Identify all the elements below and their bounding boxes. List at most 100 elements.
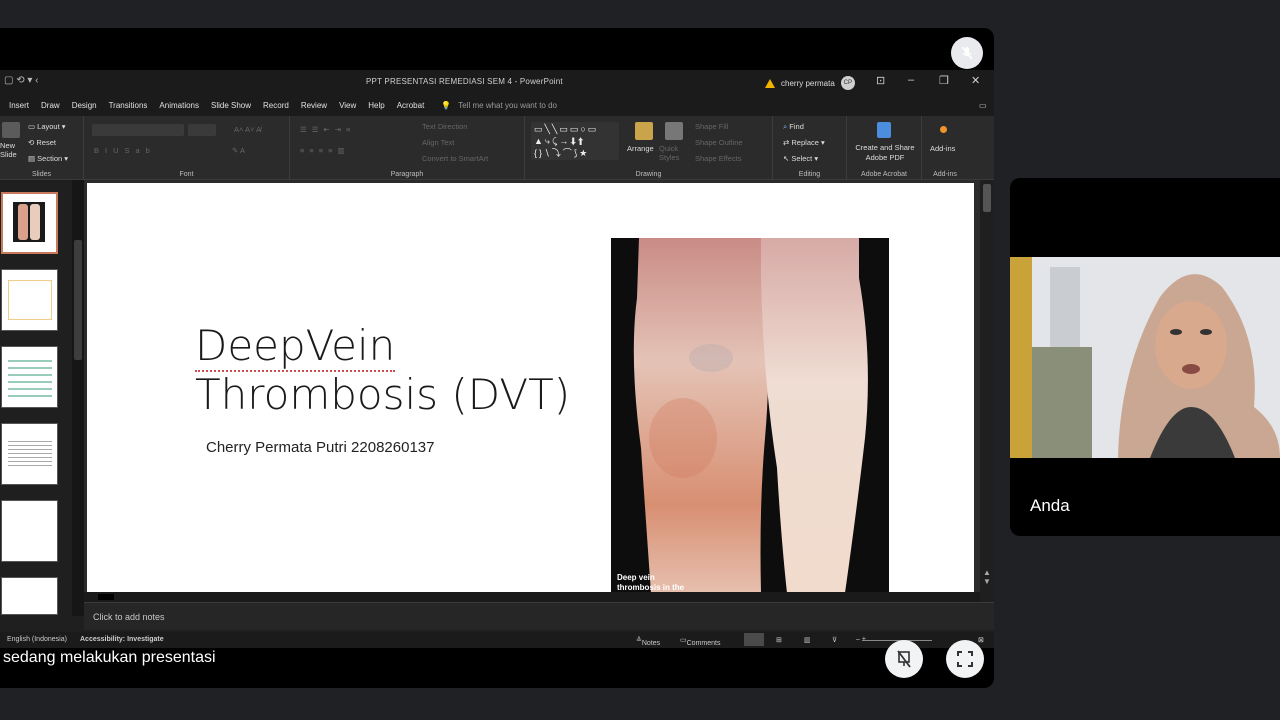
notes-toggle[interactable]: ≙ Notes [636,636,660,647]
font-name-box[interactable] [92,124,184,136]
layout-label: Layout [37,122,60,131]
select-button[interactable]: ↖ Select ▾ [783,154,818,163]
tab-help[interactable]: Help [368,101,384,110]
present-stop-icon[interactable] [885,640,923,678]
fit-slide-icon[interactable]: ⊠ [978,636,984,644]
shape-outline-button[interactable]: Shape Outline [695,138,743,147]
tab-slide-show[interactable]: Slide Show [211,101,251,110]
list-buttons[interactable]: ☰☰⇤⇥≡ [300,125,355,134]
drawing-group: ▭╲╲▭▭○▭ ▲⤷⤹→⬇⬆ {}∖⤵⌒⟆★ Arrange Quick Style… [525,116,773,180]
slide-thumbnail-2[interactable] [1,269,58,331]
quick-styles-button[interactable]: Quick Styles [659,144,691,162]
slideshow-view-icon[interactable]: ⊽ [832,636,837,644]
replace-button[interactable]: ⇄ Replace ▾ [783,138,825,147]
ribbon: New Slide ▭ Layout ▾ ⟲ Reset ▤ Section ▾… [0,116,994,180]
window-title: PPT PRESENTASI REMEDIASI SEM 4 - PowerPo… [366,77,563,86]
tab-review[interactable]: Review [301,101,327,110]
account-area[interactable]: cherry permata CP [765,76,855,90]
tab-animations[interactable]: Animations [159,101,199,110]
title-bar: ▢ ⟲ ▾ ‹ PPT PRESENTASI REMEDIASI SEM 4 -… [0,70,994,94]
normal-view-icon[interactable] [744,633,764,646]
accessibility-indicator[interactable]: Accessibility: Investigate [80,636,164,643]
dvt-leg-photo[interactable]: Deep vein thrombosis in the [611,238,889,593]
zoom-slider[interactable]: – + [856,636,932,643]
acrobat-group-label: Adobe Acrobat [861,171,907,178]
comments-toggle-label: Comments [686,640,721,647]
quick-styles-icon [665,122,683,140]
reset-button[interactable]: ⟲ Reset [28,138,56,147]
font-size-buttons[interactable]: A˄ A˅ A̸ [234,125,261,134]
new-slide-button[interactable]: New Slide [0,141,22,159]
ribbon-tabs: Insert Draw Design Transitions Animation… [0,94,994,116]
notes-pane[interactable]: Click to add notes [84,602,994,630]
create-share-pdf-button[interactable]: Create and Share Adobe PDF [850,143,920,163]
text-direction-button[interactable]: Text Direction [422,122,467,131]
acrobat-group: Create and Share Adobe PDF Adobe Acrobat [847,116,922,180]
layout-button[interactable]: ▭ Layout ▾ [28,122,66,131]
scroll-arrows[interactable]: ▲ ▼ [983,568,991,586]
slide-thumbnails [0,180,72,616]
language-indicator[interactable]: English (Indonesia) [7,636,67,643]
slide-thumbnail-6[interactable] [1,577,58,615]
addins-group: Add-ins Add-ins [922,116,968,180]
quick-access-toolbar[interactable]: ▢ ⟲ ▾ ‹ [4,75,39,86]
align-buttons[interactable]: ≡≡≡≡▥ [300,146,350,155]
shapes-gallery[interactable]: ▭╲╲▭▭○▭ ▲⤷⤹→⬇⬆ {}∖⤵⌒⟆★ [531,122,619,160]
tab-record[interactable]: Record [263,101,289,110]
font-group: A˄ A˅ A̸ BIUSab ✎ A Font [84,116,290,180]
tab-design[interactable]: Design [72,101,97,110]
shape-fill-button[interactable]: Shape Fill [695,122,728,131]
slides-group: New Slide ▭ Layout ▾ ⟲ Reset ▤ Section ▾… [0,116,84,180]
slide-thumbnail-4[interactable] [1,423,58,485]
fullscreen-icon[interactable] [946,640,984,678]
convert-smartart-button[interactable]: Convert to SmartArt [422,154,488,163]
font-format-buttons[interactable]: BIUSab [94,146,156,155]
tell-me-search[interactable]: Tell me what you want to do [458,101,557,110]
section-button[interactable]: ▤ Section ▾ [28,154,68,163]
notes-toggle-label: Notes [641,640,661,647]
align-text-button[interactable]: Align Text [422,138,454,147]
self-video-tile[interactable]: Anda [1010,178,1280,536]
font-size-box[interactable] [188,124,216,136]
restore-icon[interactable]: ❐ [939,74,949,87]
arrange-button[interactable]: Arrange [627,144,654,153]
slide-sorter-icon[interactable]: ⊞ [776,636,782,644]
font-color-buttons[interactable]: ✎ A [232,146,245,155]
presenting-caption: sedang melakukan presentasi [3,649,216,666]
tab-transitions[interactable]: Transitions [109,101,148,110]
slide-title[interactable]: DeepVein Thrombosis (DVT) [195,321,570,419]
drawing-group-label: Drawing [635,171,662,178]
tab-acrobat[interactable]: Acrobat [397,101,425,110]
shape-effects-button[interactable]: Shape Effects [695,154,742,163]
mic-off-icon[interactable] [951,37,983,69]
slide-thumbnail-1[interactable] [1,192,58,254]
reading-view-icon[interactable]: ▥ [804,636,811,644]
slide-thumbnail-5[interactable] [1,500,58,562]
tab-draw[interactable]: Draw [41,101,60,110]
photo-caption: Deep vein thrombosis in the [617,573,685,592]
slides-group-label: Slides [31,171,52,178]
slide-thumbnail-3[interactable] [1,346,58,408]
ribbon-display-icon[interactable]: ⊡ [876,74,885,87]
slide-vertical-scrollbar[interactable]: ▲ ▼ [980,180,994,600]
thumbnail-scrollbar[interactable] [72,180,84,616]
status-bar: English (Indonesia) Accessibility: Inves… [0,632,994,648]
slide-horizontal-scrollbar[interactable] [84,592,980,602]
close-icon[interactable]: ✕ [971,74,980,87]
find-button[interactable]: ⌕ Find [783,122,804,132]
find-label: Find [789,122,804,131]
current-slide[interactable]: DeepVein Thrombosis (DVT) Cherry Permata… [87,183,974,593]
thumbnail-image [13,202,45,242]
select-label: Select [791,154,813,163]
addins-group-label: Add-ins [933,171,957,178]
minimize-icon[interactable]: – [908,74,914,86]
tab-view[interactable]: View [339,101,356,110]
warning-icon [765,78,775,88]
addins-button[interactable]: Add-ins [930,144,955,153]
tab-insert[interactable]: Insert [9,101,29,110]
comments-toggle[interactable]: ▭ Comments [680,636,720,647]
slide-subtitle[interactable]: Cherry Permata Putri 2208260137 [206,439,434,456]
comments-icon[interactable]: ▭ [979,101,987,110]
editing-group: ⌕ Find ⇄ Replace ▾ ↖ Select ▾ Editing [773,116,847,180]
section-label: Section [37,154,63,163]
